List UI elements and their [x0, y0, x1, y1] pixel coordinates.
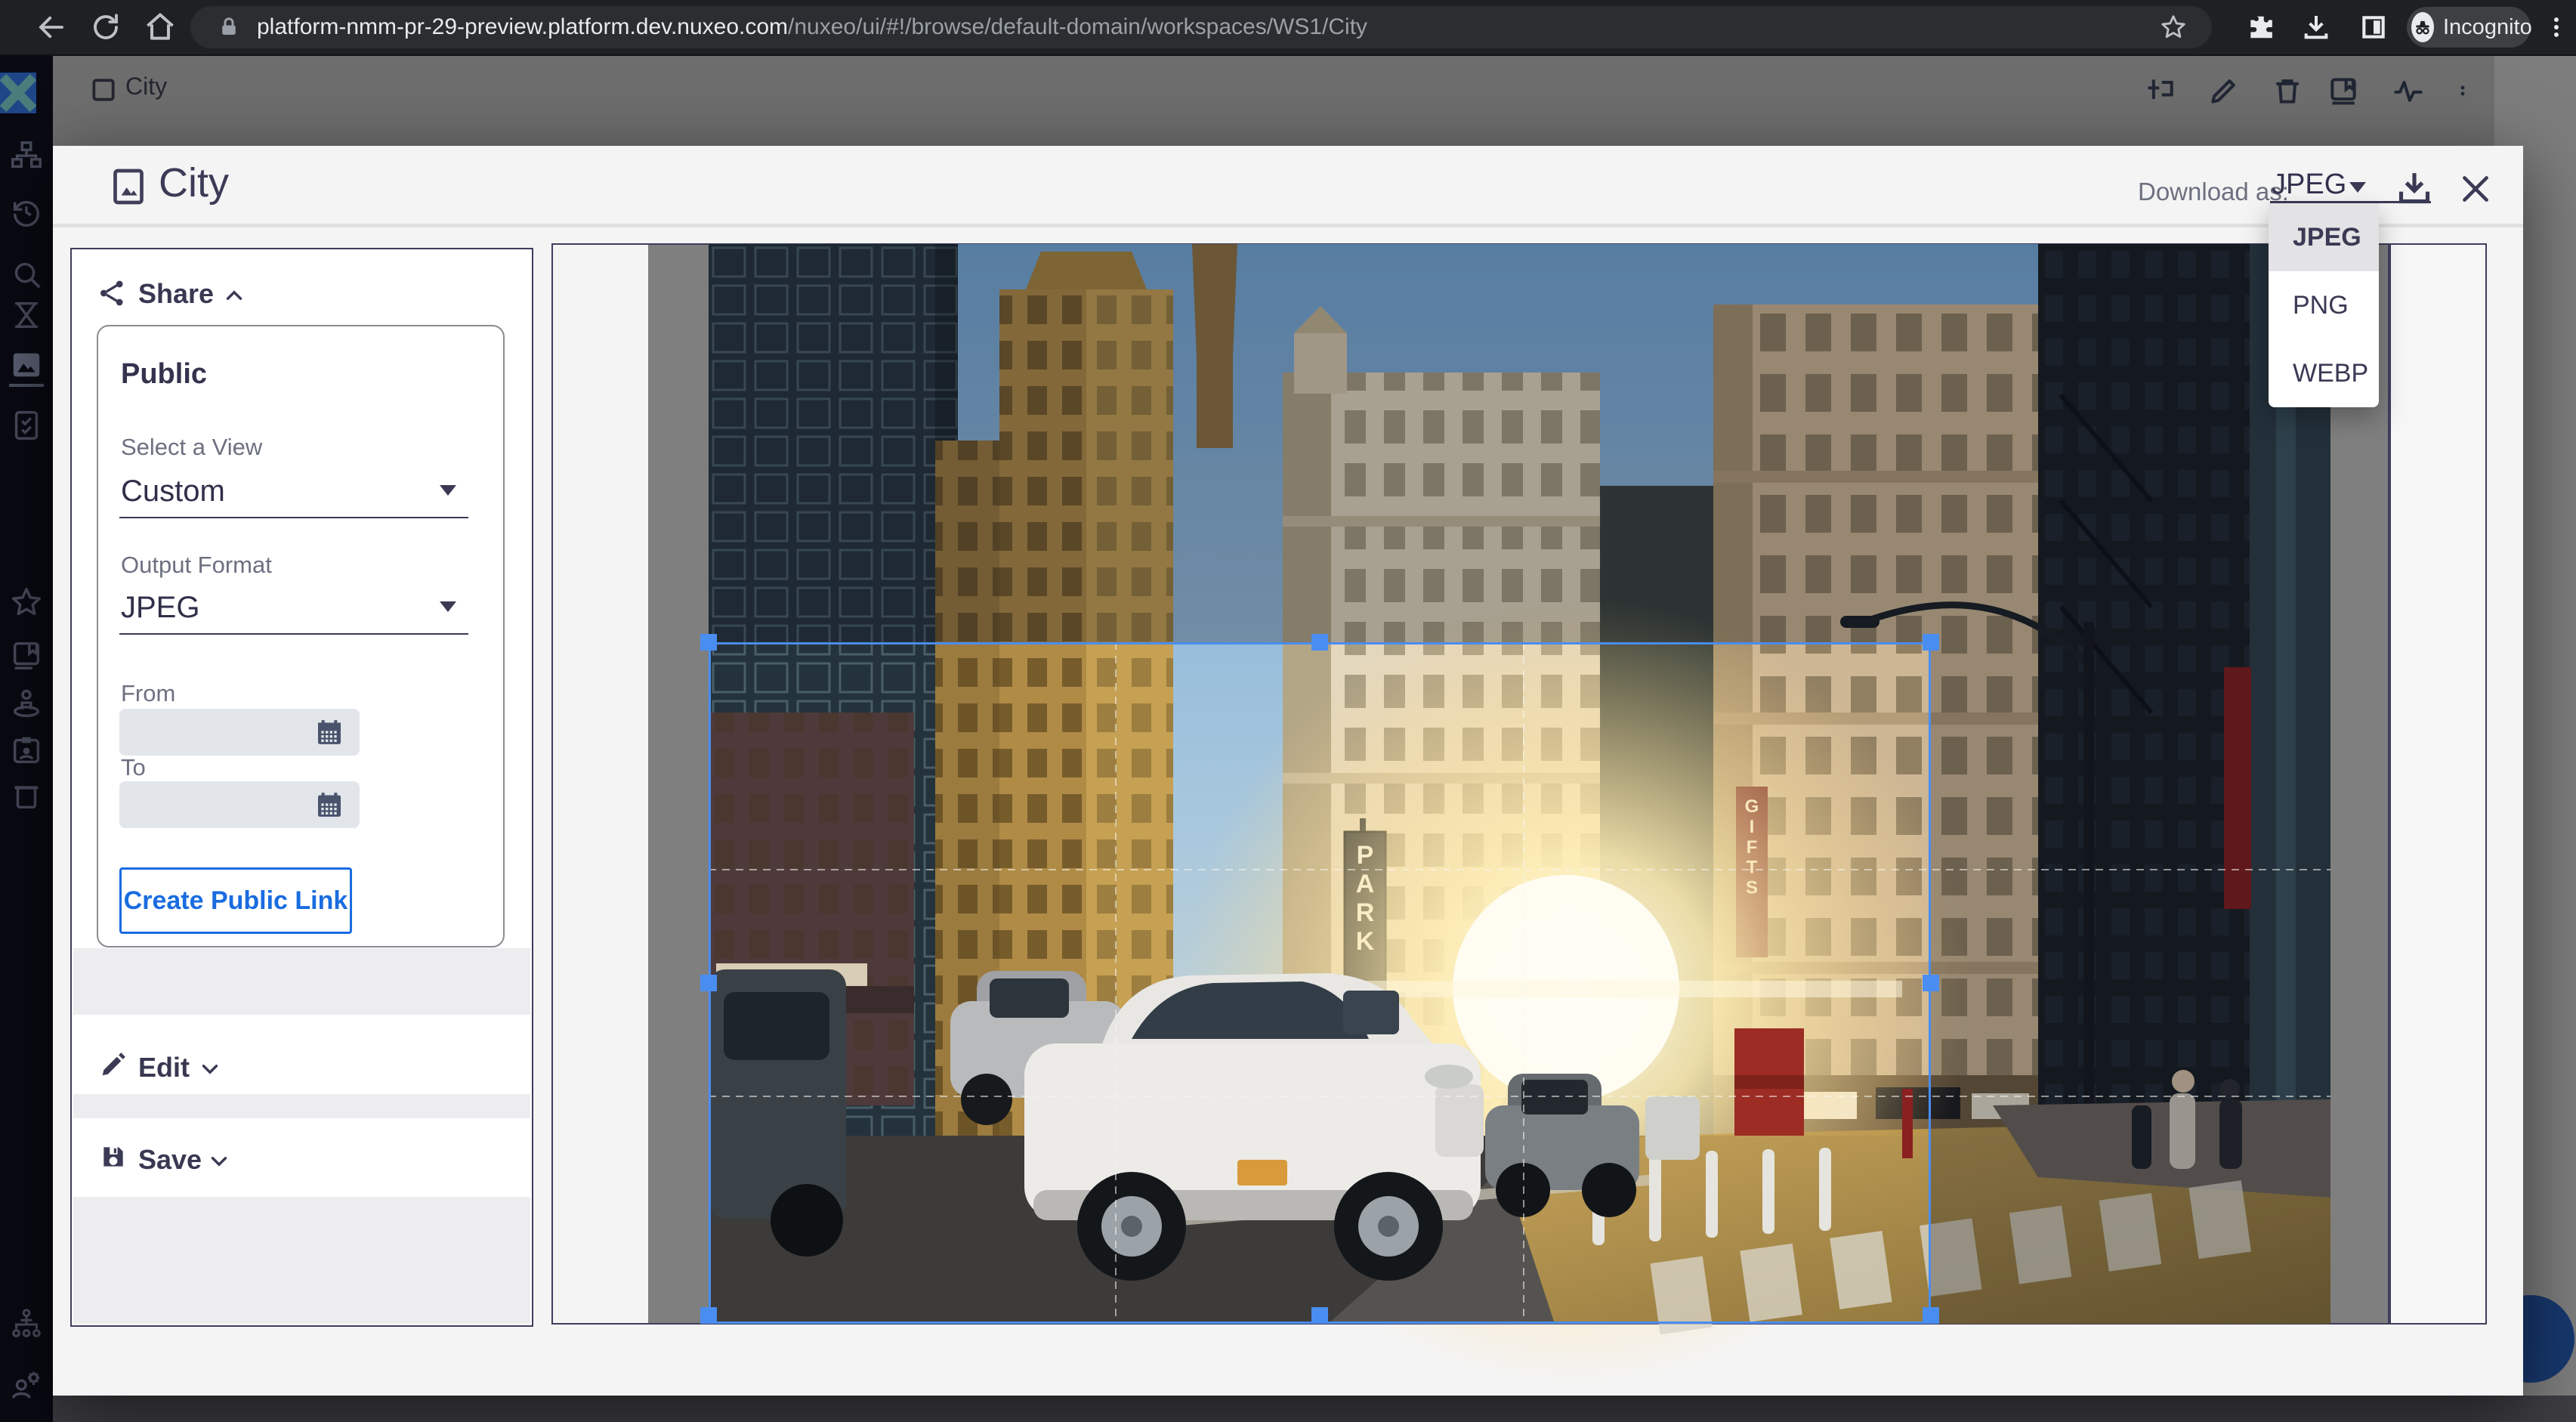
hourglass-icon[interactable]: [9, 298, 44, 332]
card-title: Public: [121, 358, 207, 391]
field-underline: [119, 633, 468, 635]
output-format-label: Output Format: [121, 552, 272, 579]
background-page-header: City: [53, 54, 2494, 146]
activity-pulse-icon: [2392, 74, 2425, 107]
select-view-dropdown[interactable]: Custom: [121, 475, 225, 509]
format-option-webp[interactable]: WEBP: [2269, 339, 2379, 407]
bookmark-star-icon[interactable]: [2159, 13, 2188, 42]
dropdown-arrow-icon[interactable]: [2349, 182, 2366, 193]
crop-handle-middle-left[interactable]: [700, 975, 717, 991]
format-option-png[interactable]: PNG: [2269, 271, 2379, 339]
section-gap: [73, 1197, 530, 1324]
admin-settings-icon[interactable]: [9, 1368, 44, 1402]
select-view-label: Select a View: [121, 434, 262, 461]
share-section-header[interactable]: Share: [138, 278, 214, 310]
more-kebab-icon: [2454, 83, 2472, 101]
edit-pencil-icon: [99, 1050, 128, 1079]
collections-book-icon: [2327, 74, 2360, 107]
section-gap: [73, 1094, 530, 1118]
app-sidebar-rail: [0, 54, 53, 1422]
url-text[interactable]: platform-nmm-pr-29-preview.platform.dev.…: [257, 14, 1367, 40]
side-panel-icon[interactable]: [2351, 0, 2396, 54]
document-type-icon: [89, 76, 118, 104]
collections-icon[interactable]: [9, 638, 44, 672]
chevron-down-icon[interactable]: [197, 1056, 223, 1082]
edit-pen-icon: [2207, 74, 2241, 107]
lock-icon: [218, 16, 240, 39]
crop-handle-top-center[interactable]: [1311, 634, 1328, 651]
format-option-jpeg[interactable]: JPEG: [2269, 203, 2379, 271]
crop-handle-middle-right[interactable]: [1923, 975, 1939, 991]
dialog-title: City: [159, 159, 229, 206]
header-divider: [53, 224, 2523, 227]
incognito-icon: [2411, 12, 2434, 42]
calendar-icon[interactable]: [314, 717, 344, 747]
crop-handle-bottom-left[interactable]: [700, 1307, 717, 1324]
profile-person-icon[interactable]: [9, 686, 44, 721]
background-page-title: City: [125, 73, 167, 100]
url-path: /nuxeo/ui/#!/browse/default-domain/works…: [788, 14, 1367, 39]
incognito-badge[interactable]: Incognito: [2407, 7, 2531, 48]
incognito-label: Incognito: [2443, 15, 2532, 40]
to-label: To: [121, 754, 146, 781]
download-as-label: Download as:: [2138, 178, 2289, 206]
image-doc-icon: [107, 165, 150, 208]
share-icon: [97, 278, 128, 308]
download-button[interactable]: [2393, 167, 2435, 209]
tools-sidebar: Share Public Select a View Custom Output…: [70, 248, 533, 1327]
address-bar[interactable]: platform-nmm-pr-29-preview.platform.dev.…: [190, 6, 2212, 48]
create-public-link-button[interactable]: Create Public Link: [119, 867, 352, 934]
workflow-users-icon[interactable]: [9, 1307, 44, 1342]
crop-veil-right: [1931, 642, 2330, 1324]
to-date-input[interactable]: [119, 781, 360, 828]
close-button[interactable]: [2457, 170, 2494, 208]
from-date-input[interactable]: [119, 709, 360, 756]
viewer-side-panel: [2389, 243, 2487, 1325]
tasks-icon[interactable]: [9, 408, 44, 443]
favorites-star-icon[interactable]: [9, 585, 44, 620]
field-underline: [119, 517, 468, 518]
url-domain: platform-nmm-pr-29-preview.platform.dev.…: [257, 14, 788, 39]
edit-section-header[interactable]: Edit: [138, 1052, 190, 1084]
save-floppy-icon: [99, 1142, 128, 1171]
image-preview-dialog: City Download as: JPEG Share Public Sele…: [53, 146, 2523, 1396]
crop-veil-top: [709, 244, 2330, 642]
nuxeo-logo[interactable]: [0, 73, 36, 113]
background-bottom-strip: [53, 1396, 2576, 1422]
photo-city-street[interactable]: PARK GIFTS: [709, 244, 2330, 1324]
download-format-select[interactable]: JPEG: [2272, 168, 2346, 201]
extensions-icon[interactable]: [2238, 0, 2283, 54]
public-share-card: Public Select a View Custom Output Forma…: [97, 325, 505, 947]
contact-card-icon[interactable]: [9, 733, 44, 768]
chevron-down-icon[interactable]: [206, 1148, 232, 1174]
crop-handle-bottom-center[interactable]: [1311, 1307, 1328, 1324]
crop-handle-top-left[interactable]: [700, 634, 717, 651]
pin-icon: [2144, 74, 2177, 107]
download-format-menu: JPEG PNG WEBP: [2269, 203, 2379, 407]
trash-icon: [2271, 74, 2304, 107]
chevron-up-icon[interactable]: [221, 283, 247, 308]
calendar-icon[interactable]: [314, 790, 344, 820]
view-dropdown-arrow-icon[interactable]: [440, 485, 456, 496]
output-format-dropdown[interactable]: JPEG: [121, 591, 199, 625]
history-icon[interactable]: [9, 195, 44, 230]
assets-icon[interactable]: [9, 348, 44, 382]
section-gap: [73, 948, 530, 1015]
browse-tree-icon[interactable]: [9, 139, 44, 174]
from-label: From: [121, 680, 175, 707]
crop-handle-top-right[interactable]: [1923, 634, 1939, 651]
reload-icon[interactable]: [83, 0, 128, 54]
trash-nav-icon[interactable]: [9, 778, 44, 813]
downloads-icon[interactable]: [2293, 0, 2339, 54]
back-icon[interactable]: [29, 0, 74, 54]
search-nav-icon[interactable]: [9, 257, 44, 292]
home-icon[interactable]: [137, 0, 183, 54]
browser-menu-kebab-icon[interactable]: [2537, 0, 2576, 54]
save-section-header[interactable]: Save: [138, 1144, 202, 1176]
browser-toolbar: platform-nmm-pr-29-preview.platform.dev.…: [0, 0, 2576, 56]
crop-handle-bottom-right[interactable]: [1923, 1307, 1939, 1324]
screen: platform-nmm-pr-29-preview.platform.dev.…: [0, 0, 2576, 1422]
format-dropdown-arrow-icon[interactable]: [440, 601, 456, 612]
